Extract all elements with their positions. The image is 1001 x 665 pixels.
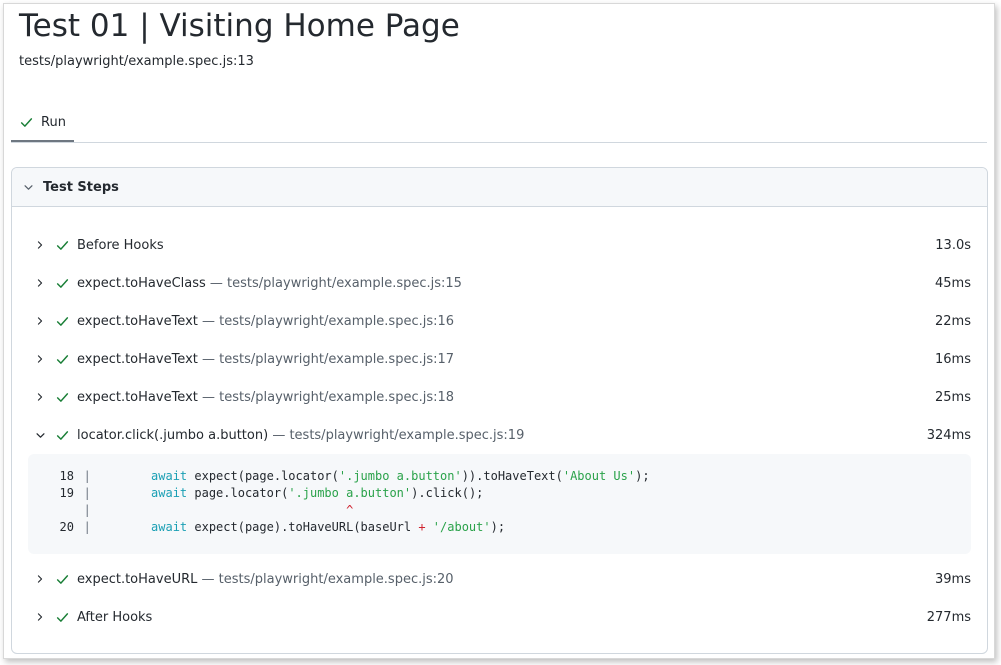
step-expect-tohavetext[interactable]: expect.toHaveText — tests/playwright/exa… — [12, 378, 987, 416]
code-line: 19 | await page.locator('.jumbo a.button… — [28, 485, 484, 502]
step-list: Before Hooks 13.0s expect.toHaveClass — … — [12, 226, 987, 636]
code-text: ).click(); — [411, 486, 484, 500]
step-title: locator.click(.jumbo a.button) — [77, 427, 269, 443]
step-duration: 13.0s — [935, 237, 971, 253]
code-line: | ^ — [28, 502, 354, 519]
step-duration: 16ms — [935, 351, 971, 367]
line-number: 19 — [59, 486, 74, 500]
tab-run[interactable]: Run — [11, 104, 74, 142]
step-title: expect.toHaveText — [77, 351, 198, 367]
code-string: '.jumbo a.button' — [288, 486, 412, 500]
line-number: 20 — [59, 520, 74, 534]
check-icon — [56, 611, 69, 624]
code-keyword: await — [151, 486, 188, 500]
check-icon — [20, 116, 33, 129]
code-string: 'About Us' — [562, 469, 636, 483]
step-location: — tests/playwright/example.spec.js:19 — [272, 427, 525, 443]
code-line: 20 | await expect(page).toHaveURL(baseUr… — [28, 519, 506, 536]
chevron-down-icon — [23, 182, 34, 193]
step-duration: 39ms — [935, 571, 971, 587]
step-location: — tests/playwright/example.spec.js:17 — [202, 351, 455, 367]
code-text: expect(page).toHaveURL(baseUrl — [187, 520, 419, 534]
chevron-right-icon[interactable] — [35, 316, 47, 326]
step-location: — tests/playwright/example.spec.js:15 — [209, 275, 462, 291]
check-icon — [56, 315, 69, 328]
test-steps-title: Test Steps — [43, 179, 119, 195]
code-snippet: 18 | await expect(page.locator('.jumbo a… — [28, 454, 971, 554]
check-icon — [56, 353, 69, 366]
step-duration: 25ms — [935, 389, 971, 405]
code-operator: + — [418, 520, 426, 534]
check-icon — [56, 277, 69, 290]
code-line: 18 | await expect(page.locator('.jumbo a… — [28, 468, 650, 485]
error-caret: ^ — [346, 503, 354, 517]
check-icon — [56, 391, 69, 404]
code-string: '/about' — [425, 520, 491, 534]
line-number: 18 — [59, 469, 74, 483]
code-text: page.locator( — [187, 486, 289, 500]
chevron-right-icon[interactable] — [35, 354, 47, 364]
step-title: expect.toHaveClass — [77, 275, 206, 291]
check-icon — [56, 239, 69, 252]
code-string: '.jumbo a.button' — [338, 469, 462, 483]
tab-bar: Run — [11, 104, 987, 143]
check-icon — [56, 429, 69, 442]
step-duration: 45ms — [935, 275, 971, 291]
step-title: expect.toHaveText — [77, 389, 198, 405]
check-icon — [56, 573, 69, 586]
gutter-bar: | — [83, 469, 91, 483]
chevron-down-icon[interactable] — [35, 430, 47, 441]
report-window: Test 01 | Visiting Home Page tests/playw… — [3, 3, 995, 659]
step-title: expect.toHaveURL — [77, 571, 198, 587]
gutter-bar: | — [83, 503, 91, 517]
code-text: expect(page.locator( — [187, 469, 339, 483]
chevron-right-icon[interactable] — [35, 240, 47, 250]
step-locator-click[interactable]: locator.click(.jumbo a.button) — tests/p… — [12, 416, 987, 454]
code-text: ); — [490, 520, 506, 534]
test-title: Test 01 | Visiting Home Page — [19, 8, 460, 44]
step-expect-tohaveclass[interactable]: expect.toHaveClass — tests/playwright/ex… — [12, 264, 987, 302]
step-before-hooks[interactable]: Before Hooks 13.0s — [12, 226, 987, 264]
step-expect-tohavetext[interactable]: expect.toHaveText — tests/playwright/exa… — [12, 302, 987, 340]
tab-run-label: Run — [41, 114, 66, 130]
step-location: — tests/playwright/example.spec.js:16 — [202, 313, 455, 329]
step-title: expect.toHaveText — [77, 313, 198, 329]
gutter-bar: | — [83, 520, 91, 534]
step-title: After Hooks — [77, 609, 153, 625]
step-location: — tests/playwright/example.spec.js:18 — [202, 389, 455, 405]
code-text: ); — [635, 469, 650, 483]
test-location: tests/playwright/example.spec.js:13 — [19, 54, 254, 69]
chevron-right-icon[interactable] — [35, 278, 47, 288]
chevron-right-icon[interactable] — [35, 392, 47, 402]
gutter-bar: | — [83, 486, 91, 500]
test-steps-panel: Test Steps Before Hooks 13.0s expect.toH… — [11, 167, 988, 654]
code-text: )).toHaveText( — [461, 469, 563, 483]
step-title: Before Hooks — [77, 237, 164, 253]
test-steps-header[interactable]: Test Steps — [12, 168, 987, 207]
step-duration: 324ms — [926, 427, 971, 443]
step-expect-tohavetext[interactable]: expect.toHaveText — tests/playwright/exa… — [12, 340, 987, 378]
code-keyword: await — [151, 469, 188, 483]
step-expect-tohaveurl[interactable]: expect.toHaveURL — tests/playwright/exam… — [12, 560, 987, 598]
chevron-right-icon[interactable] — [35, 574, 47, 584]
step-duration: 22ms — [935, 313, 971, 329]
code-keyword: await — [151, 520, 188, 534]
step-location: — tests/playwright/example.spec.js:20 — [201, 571, 454, 587]
step-after-hooks[interactable]: After Hooks 277ms — [12, 598, 987, 636]
step-duration: 277ms — [926, 609, 971, 625]
chevron-right-icon[interactable] — [35, 612, 47, 622]
